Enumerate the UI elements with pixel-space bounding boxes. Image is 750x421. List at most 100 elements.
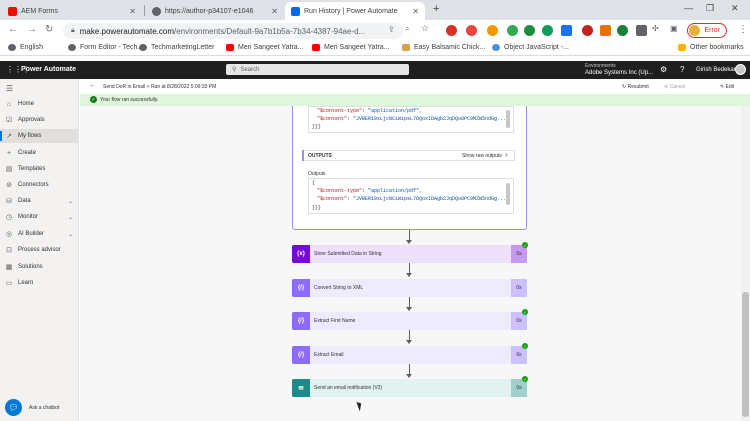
nav-item-home[interactable]: ⌂ Home: [0, 97, 79, 111]
browser-tab-author[interactable]: https://author-p34107-e1046 ✕: [146, 2, 284, 20]
extension-check-icon[interactable]: [617, 25, 628, 36]
connector-arrow-icon: [406, 273, 412, 277]
action-convert-string-to-xml[interactable]: {/} Convert String to XML 0s: [292, 279, 527, 297]
app-title[interactable]: Power Automate: [21, 66, 76, 73]
inputs-scrollbar[interactable]: [506, 110, 510, 128]
bookmark-sangeet-2[interactable]: Meri Sangeet Yatra...: [312, 44, 390, 51]
user-avatar[interactable]: [735, 64, 746, 75]
settings-gear-icon[interactable]: ⚙: [660, 65, 667, 74]
extensions-puzzle-icon[interactable]: ✣: [652, 24, 659, 33]
action-duration: 0s: [511, 279, 527, 297]
site-icon: [492, 44, 500, 51]
bookmark-balsamic[interactable]: Easy Balsamic Chick...: [402, 44, 485, 51]
success-check-icon: ✓: [522, 242, 528, 248]
browser-tab-run-history[interactable]: Run History | Power Automate ✕: [285, 2, 425, 20]
reload-icon[interactable]: ↻: [45, 24, 53, 35]
chevron-down-icon: ⌄: [67, 231, 73, 238]
back-icon[interactable]: ←: [8, 24, 18, 35]
close-window-icon[interactable]: ✕: [731, 3, 739, 14]
bookmark-form-editor[interactable]: Form Editor - Tech...: [68, 44, 143, 51]
nav-item-approvals[interactable]: ☑ Approvals: [0, 113, 79, 127]
close-tab-icon[interactable]: ✕: [129, 7, 136, 16]
close-tab-icon[interactable]: ✕: [412, 7, 419, 16]
folder-icon: [678, 44, 686, 51]
globe-favicon-icon: [152, 6, 161, 16]
back-arrow-icon[interactable]: ←: [89, 82, 96, 89]
input-line-close: }}}: [312, 124, 322, 130]
nav-item-connectors[interactable]: ⊘ Connectors: [0, 178, 79, 192]
forward-icon[interactable]: →: [27, 24, 37, 35]
bookmark-sangeet-1[interactable]: Meri Sangeet Yatra...: [226, 44, 304, 51]
extension-blue-icon[interactable]: [561, 25, 572, 36]
output-line-content-type: "$content-type": "application/pdf",: [317, 188, 423, 194]
action-extract-first-name[interactable]: {/} Extract First Name 0s: [292, 312, 527, 330]
output-line-close: }}}: [312, 205, 322, 211]
power-automate-favicon-icon: [291, 6, 300, 16]
extension-green-icon[interactable]: [507, 25, 518, 36]
cancel-button[interactable]: ⊘ Cancel: [664, 84, 685, 90]
show-raw-outputs-link[interactable]: Show raw outputs: [462, 153, 502, 159]
chatbot-button[interactable]: 💬︎: [5, 399, 22, 416]
browser-tab-aem-forms[interactable]: AEM Forms ✕: [2, 2, 142, 20]
run-title: Send DoR in Email > Ran at 8/28/2022 5:0…: [103, 84, 217, 90]
nav-item-data[interactable]: ⛁ Data ⌄: [0, 194, 79, 208]
new-tab-button[interactable]: +: [433, 3, 439, 15]
nav-item-create[interactable]: + Create: [0, 146, 79, 160]
search-box[interactable]: ⚲ Search: [226, 64, 409, 75]
browser-menu-icon[interactable]: ⋮: [738, 24, 748, 35]
nav-item-ai-builder[interactable]: ◎ AI Builder ⌄: [0, 227, 79, 241]
user-name[interactable]: Girish Bedekar: [696, 67, 736, 73]
address-bar[interactable]: 🔒︎ make.powerautomate.com /environments/…: [63, 23, 403, 39]
outputs-sublabel: Outputs: [308, 171, 326, 177]
canvas-scrollbar-thumb[interactable]: [742, 292, 749, 417]
collapse-nav-icon[interactable]: ☰: [6, 84, 13, 93]
resubmit-button[interactable]: ↻ Resubmit: [622, 84, 649, 90]
profile-error-button[interactable]: Error: [687, 23, 727, 38]
help-icon[interactable]: ?: [680, 65, 684, 74]
extension-gray-icon[interactable]: [636, 25, 647, 36]
minimize-icon[interactable]: —: [684, 3, 693, 13]
extension-sp-icon[interactable]: [466, 25, 477, 36]
bookmark-star-icon[interactable]: ☆: [421, 23, 429, 34]
zoom-icon[interactable]: ⌕: [405, 24, 409, 34]
share-icon[interactable]: ⇪: [388, 25, 395, 34]
edit-button[interactable]: ✎ Edit: [720, 84, 734, 90]
ai-builder-icon: ◎: [5, 231, 13, 238]
input-line-content-type: "$content-type": "application/pdf",: [317, 108, 423, 114]
environment-picker[interactable]: Adobe Systems Inc (Up...: [585, 70, 653, 76]
success-check-icon: ✓: [522, 376, 528, 382]
extension-pdf-icon[interactable]: [582, 25, 593, 36]
connector-line: [409, 297, 410, 307]
action-extract-email[interactable]: {/} Extract Email 0s: [292, 346, 527, 364]
solutions-icon: ▦: [5, 264, 13, 271]
action-store-submitted-data[interactable]: {x} Store Submitted Data in String 0s: [292, 245, 527, 263]
nav-item-monitor[interactable]: ◷ Monitor ⌄: [0, 210, 79, 224]
bookmark-english[interactable]: English: [8, 44, 43, 51]
bookmark-other[interactable]: Other bookmarks: [678, 44, 744, 51]
bookmark-techmarketing[interactable]: TechmarketingLetter: [139, 44, 214, 51]
extension-grammar-icon[interactable]: [524, 25, 535, 36]
nav-item-my-flows[interactable]: ↗ My flows: [0, 129, 79, 143]
approvals-icon: ☑: [5, 117, 13, 124]
bookmark-object-js[interactable]: Object JavaScript -...: [492, 44, 569, 51]
youtube-icon: [312, 44, 320, 51]
extension-circle-icon[interactable]: [542, 25, 553, 36]
extension-box-icon[interactable]: [600, 25, 611, 36]
outputs-scrollbar[interactable]: [506, 183, 510, 205]
plus-icon: +: [6, 149, 12, 157]
nav-item-learn[interactable]: ▭ Learn: [0, 276, 79, 290]
nav-item-process-advisor[interactable]: ⊡ Process advisor: [0, 243, 79, 257]
chevron-right-icon[interactable]: ›: [505, 150, 508, 159]
output-line-content: "$content": "JVBERi0xLjcNCiWipsL7DQoxIDA…: [317, 196, 507, 202]
expression-icon: {/}: [292, 312, 310, 330]
chatbot-label[interactable]: Ask a chatbot: [29, 405, 59, 411]
action-send-email-notification[interactable]: ✉ Send an email notification (V3) 0s: [292, 379, 527, 397]
nav-item-templates[interactable]: ▤ Templates: [0, 162, 79, 176]
extension-orange-icon[interactable]: [487, 25, 498, 36]
side-panel-icon[interactable]: ▣: [670, 24, 678, 33]
outputs-accent: [302, 150, 304, 161]
close-tab-icon[interactable]: ✕: [271, 7, 278, 16]
nav-item-solutions[interactable]: ▦ Solutions: [0, 260, 79, 274]
extension-red-icon[interactable]: [446, 25, 457, 36]
maximize-icon[interactable]: ❐: [706, 3, 714, 14]
